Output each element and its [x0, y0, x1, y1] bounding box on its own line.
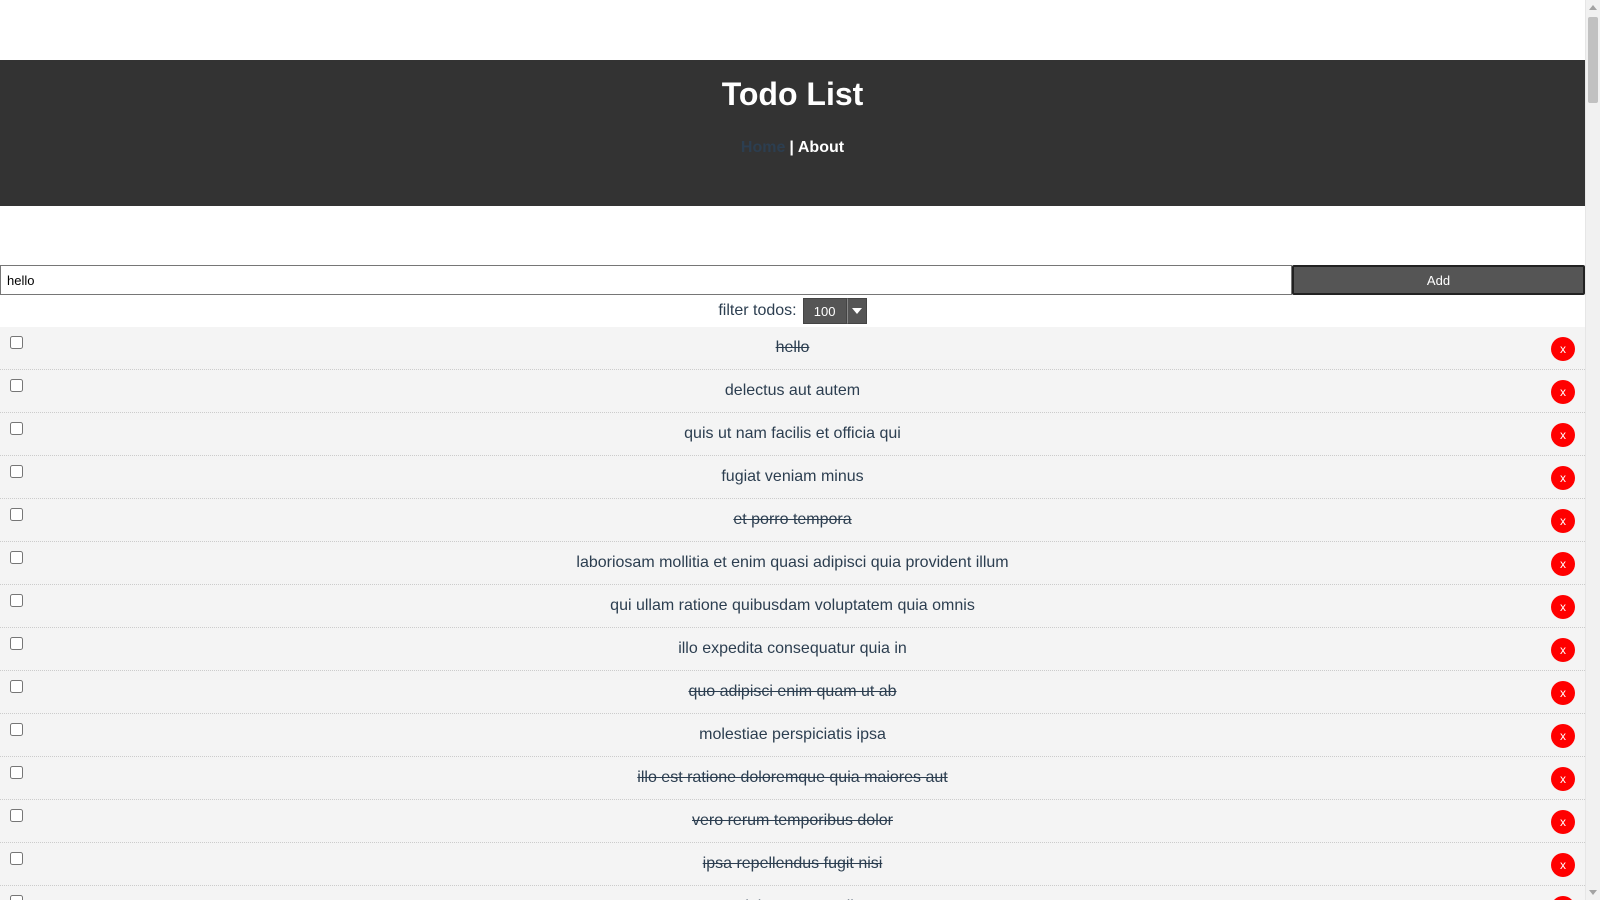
todo-title: illo expedita consequatur quia in	[678, 640, 907, 657]
todo-item: hello x	[0, 327, 1585, 370]
todo-checkbox[interactable]	[10, 508, 23, 521]
page: Todo List Home|About Add filter todos: 1…	[0, 0, 1585, 900]
add-todo-form: Add	[0, 265, 1585, 295]
todo-title: molestiae perspiciatis ipsa	[699, 726, 886, 743]
todo-checkbox[interactable]	[10, 551, 23, 564]
todo-checkbox[interactable]	[10, 594, 23, 607]
todo-title: delectus aut autem	[724, 382, 861, 399]
nav-separator: |	[789, 139, 794, 156]
todo-title: ipsa repellendus fugit nisi	[702, 855, 883, 872]
todo-item: delectus aut autem x	[0, 370, 1585, 413]
todo-item: illo expedita consequatur quia in x	[0, 628, 1585, 671]
delete-todo-button[interactable]: x	[1551, 853, 1575, 877]
todo-list: hello x delectus aut autem x quis ut nam fac…	[0, 327, 1585, 900]
filter-label: filter todos:	[718, 302, 797, 319]
scrollbar[interactable]	[1585, 0, 1600, 900]
todo-checkbox[interactable]	[10, 680, 23, 693]
delete-todo-button[interactable]: x	[1551, 724, 1575, 748]
todo-checkbox[interactable]	[10, 723, 23, 736]
delete-todo-button[interactable]: x	[1551, 595, 1575, 619]
scroll-down-arrow-icon[interactable]	[1589, 890, 1597, 895]
todo-item: illo est ratione doloremque quia maiores…	[0, 757, 1585, 800]
top-gap	[0, 0, 1585, 60]
todo-title: illo est ratione doloremque quia maiores…	[637, 769, 948, 786]
todo-item: ipsa repellendus fugit nisi x	[0, 843, 1585, 886]
app-title: Todo List	[721, 76, 864, 112]
delete-todo-button[interactable]: x	[1551, 896, 1575, 900]
todo-checkbox[interactable]	[10, 852, 23, 865]
todo-title-input[interactable]	[0, 265, 1292, 295]
todo-checkbox[interactable]	[10, 422, 23, 435]
scroll-up-arrow-icon[interactable]	[1589, 5, 1597, 10]
todo-checkbox[interactable]	[10, 895, 23, 900]
todo-item: molestiae perspiciatis ipsa x	[0, 714, 1585, 757]
delete-todo-button[interactable]: x	[1551, 552, 1575, 576]
todo-checkbox[interactable]	[10, 465, 23, 478]
todo-title: fugiat veniam minus	[721, 468, 864, 485]
todo-checkbox[interactable]	[10, 809, 23, 822]
delete-todo-button[interactable]: x	[1551, 681, 1575, 705]
delete-todo-button[interactable]: x	[1551, 380, 1575, 404]
todo-checkbox[interactable]	[10, 766, 23, 779]
todo-item: qui ullam ratione quibusdam voluptatem q…	[0, 585, 1585, 628]
todo-title: et porro tempora	[733, 511, 852, 528]
nav-link-about[interactable]: About	[798, 139, 844, 156]
filter-row: filter todos: 100	[0, 295, 1585, 327]
todo-title: quis ut nam facilis et officia qui	[684, 425, 901, 442]
todo-item: quis ut nam facilis et officia qui x	[0, 413, 1585, 456]
todo-title: hello	[775, 339, 810, 356]
delete-todo-button[interactable]: x	[1551, 509, 1575, 533]
chevron-down-icon[interactable]	[846, 298, 867, 324]
todo-item: quo adipisci enim quam ut ab x	[0, 671, 1585, 714]
nav-link-home[interactable]: Home	[741, 139, 785, 156]
add-button[interactable]: Add	[1292, 265, 1585, 295]
todo-checkbox[interactable]	[10, 379, 23, 392]
delete-todo-button[interactable]: x	[1551, 466, 1575, 490]
todo-item: et doloremque nullax	[0, 886, 1585, 900]
todo-item: vero rerum temporibus dolor x	[0, 800, 1585, 843]
todo-item: et porro tempora x	[0, 499, 1585, 542]
todo-title: vero rerum temporibus dolor	[692, 812, 893, 829]
scrollbar-thumb[interactable]	[1588, 17, 1598, 103]
delete-todo-button[interactable]: x	[1551, 423, 1575, 447]
delete-todo-button[interactable]: x	[1551, 810, 1575, 834]
delete-todo-button[interactable]: x	[1551, 337, 1575, 361]
todo-item: fugiat veniam minus x	[0, 456, 1585, 499]
delete-todo-button[interactable]: x	[1551, 638, 1575, 662]
delete-todo-button[interactable]: x	[1551, 767, 1575, 791]
nav-links: Home | About	[0, 138, 1585, 158]
todo-title: qui ullam ratione quibusdam voluptatem q…	[610, 597, 975, 614]
filter-select-value: 100	[802, 298, 847, 324]
todo-title: laboriosam mollitia et enim quasi adipis…	[576, 554, 1009, 571]
todo-checkbox[interactable]	[10, 637, 23, 650]
app-header: Todo List Home | About	[0, 60, 1585, 206]
todo-title: quo adipisci enim quam ut ab	[688, 683, 897, 700]
todo-checkbox[interactable]	[10, 336, 23, 349]
todo-item: laboriosam mollitia et enim quasi adipis…	[0, 542, 1585, 585]
filter-select[interactable]: 100	[802, 298, 867, 324]
